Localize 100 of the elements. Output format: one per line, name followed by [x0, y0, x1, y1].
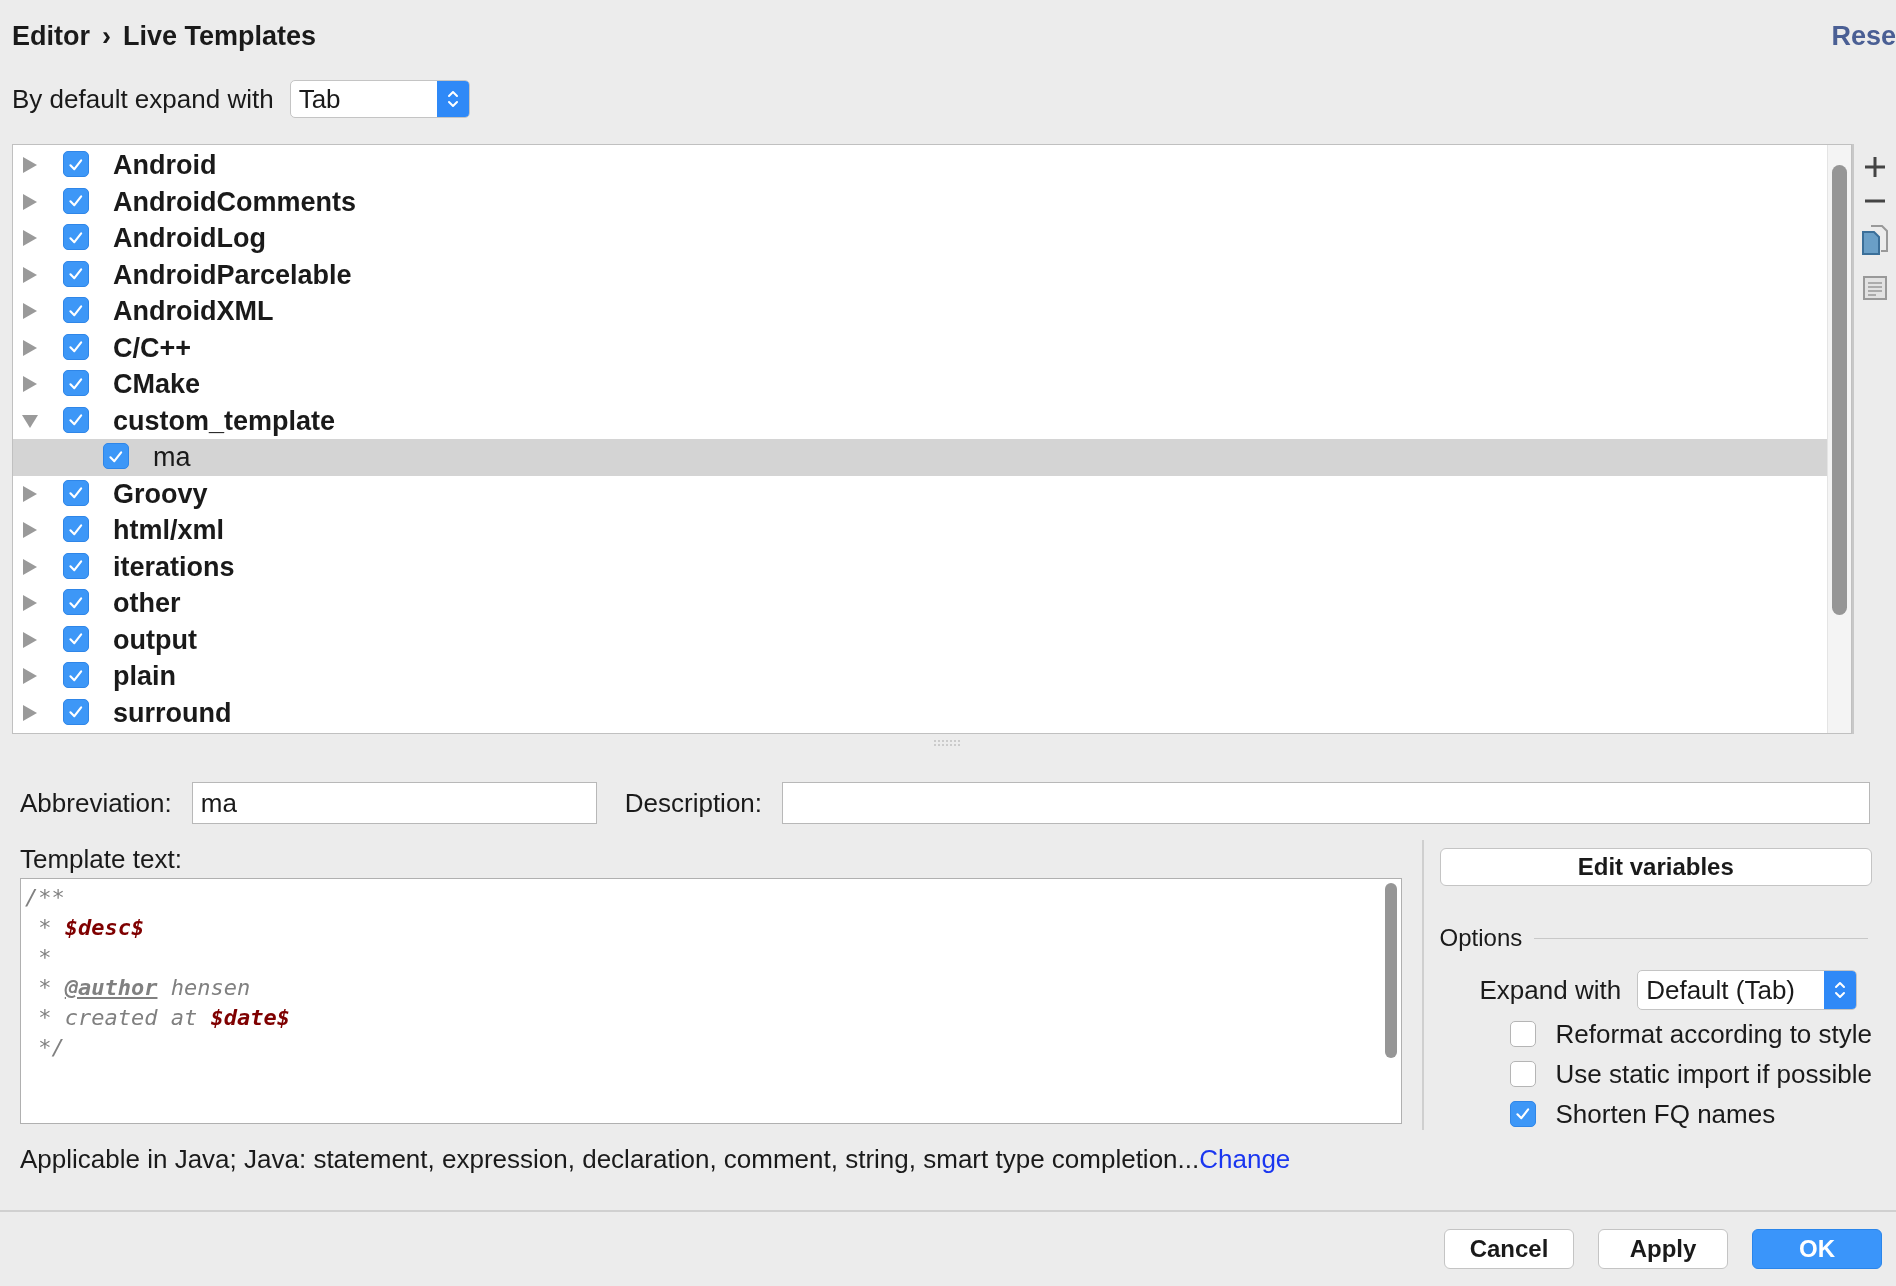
check-icon [68, 375, 84, 392]
stepper-arrows-icon [1833, 979, 1848, 1001]
applicable-contexts-text: Applicable in Java; Java: statement, expression, declaration, comment, string, smart type completion... [20, 1144, 1200, 1174]
checkbox[interactable] [63, 370, 89, 397]
tree-row[interactable]: Android [13, 147, 1827, 184]
checkbox[interactable] [63, 333, 89, 360]
breadcrumb-item: Editor [12, 19, 90, 53]
checkbox-label: Use static import if possible [1555, 1057, 1872, 1091]
checkbox[interactable] [63, 552, 89, 579]
reset-link[interactable]: Rese [1831, 15, 1896, 57]
tree-row[interactable]: Groovy [13, 475, 1827, 512]
dialog-button[interactable]: Cancel [1444, 1229, 1574, 1269]
tree-row[interactable]: html/xml [13, 512, 1827, 549]
checkbox-label: Shorten FQ names [1555, 1097, 1776, 1131]
copy-icon[interactable] [1861, 224, 1889, 256]
expand-arrow-icon[interactable] [21, 265, 39, 284]
template-text-editor[interactable]: /** * $desc$ * * @author hensen * created at $date$ */ [20, 878, 1402, 1124]
expand-arrow-icon[interactable] [21, 594, 39, 613]
check-icon [68, 156, 84, 173]
expand-arrow-icon[interactable] [21, 703, 39, 722]
checkbox[interactable] [1509, 1101, 1536, 1127]
expand-with-label: Expand with [1479, 973, 1622, 1007]
tree-label: AndroidParcelable [113, 258, 352, 292]
tree-row[interactable]: surround [13, 694, 1827, 731]
checkbox[interactable] [1509, 1021, 1536, 1047]
expand-with-dropdown[interactable]: Default (Tab) [1637, 970, 1858, 1010]
checkbox-label: Reformat according to style [1555, 1017, 1872, 1051]
code-line: * created at $date$ [37, 1004, 291, 1032]
tree-row[interactable]: iterations [13, 548, 1827, 585]
check-icon [68, 521, 84, 538]
abbreviation-label: Abbreviation: [20, 786, 172, 820]
tree-label: iterations [113, 550, 235, 584]
code-line: * [37, 944, 53, 972]
breadcrumb-item: Live Templates [123, 19, 317, 53]
checkbox[interactable] [63, 698, 89, 725]
tree-label: surround [113, 696, 232, 730]
tree-label: other [113, 587, 181, 620]
checkbox[interactable] [63, 224, 89, 251]
expand-arrow-icon[interactable] [21, 521, 39, 540]
check-icon [68, 229, 84, 246]
expand-arrow-icon[interactable] [21, 229, 39, 248]
checkbox[interactable] [63, 589, 89, 616]
tree-label: ma [153, 441, 191, 474]
tree-label: AndroidXML [113, 295, 274, 328]
expand-dropdown[interactable]: Tab [289, 80, 470, 118]
code-line: /** [25, 884, 66, 912]
description-field[interactable] [782, 782, 1870, 824]
checkbox[interactable] [1509, 1061, 1536, 1087]
document-icon[interactable] [1863, 276, 1887, 300]
checkbox[interactable] [63, 406, 89, 433]
tree-row[interactable]: output [13, 621, 1827, 658]
expand-arrow-icon[interactable] [21, 156, 39, 175]
expand-arrow-icon[interactable] [21, 667, 39, 686]
tree-row[interactable]: AndroidXML [13, 293, 1827, 330]
template-text-label: Template text: [20, 843, 183, 874]
check-icon [68, 631, 84, 647]
checkbox[interactable] [63, 187, 89, 214]
splitter-handle-icon[interactable] [933, 740, 963, 746]
tree-row[interactable]: AndroidLog [13, 220, 1827, 257]
expand-arrow-icon[interactable] [21, 338, 39, 357]
tree-label: CMake [113, 368, 201, 401]
edit-variables-button[interactable]: Edit variables [1439, 848, 1872, 886]
tree-row[interactable]: ma [13, 439, 1827, 476]
tree-row[interactable]: AndroidParcelable [13, 256, 1827, 293]
remove-icon[interactable] [1864, 198, 1886, 204]
abbreviation-field[interactable]: ma [191, 782, 597, 824]
tree-label: plain [113, 660, 176, 693]
checkbox[interactable] [63, 260, 89, 287]
expand-arrow-icon[interactable] [21, 375, 39, 394]
change-link[interactable]: Change [1199, 1144, 1291, 1174]
code-line: * @author hensen [37, 974, 252, 1002]
expand-arrow-icon[interactable] [21, 192, 39, 211]
tree-row[interactable]: CMake [13, 366, 1827, 403]
expand-arrow-icon[interactable] [21, 302, 39, 321]
tree-row[interactable]: other [13, 585, 1827, 622]
description-label: Description: [624, 786, 763, 820]
checkbox[interactable] [63, 516, 89, 543]
code-line: */ [37, 1034, 66, 1062]
tree-row[interactable]: C/C++ [13, 329, 1827, 366]
checkbox[interactable] [63, 662, 89, 689]
check-icon [68, 412, 84, 428]
tree-label: html/xml [113, 514, 225, 547]
expand-arrow-icon[interactable] [21, 557, 39, 576]
tree-label: output [113, 623, 197, 657]
check-icon [68, 558, 84, 574]
add-icon[interactable] [1864, 156, 1886, 178]
checkbox[interactable] [63, 625, 89, 652]
checkbox[interactable] [63, 297, 89, 324]
scrollbar-thumb[interactable] [1384, 883, 1397, 1058]
scrollbar-thumb[interactable] [1832, 165, 1847, 615]
checkbox[interactable] [63, 151, 89, 178]
tree-row[interactable]: AndroidComments [13, 183, 1827, 220]
expand-arrow-icon[interactable] [21, 484, 39, 503]
tree-label: C/C++ [113, 331, 192, 365]
checkbox[interactable] [63, 479, 89, 506]
expand-arrow-icon[interactable] [21, 630, 39, 649]
tree-row[interactable]: custom_template [13, 402, 1827, 439]
checkbox[interactable] [103, 443, 129, 470]
dialog-button[interactable]: Apply [1598, 1229, 1728, 1269]
tree-row[interactable]: plain [13, 658, 1827, 695]
